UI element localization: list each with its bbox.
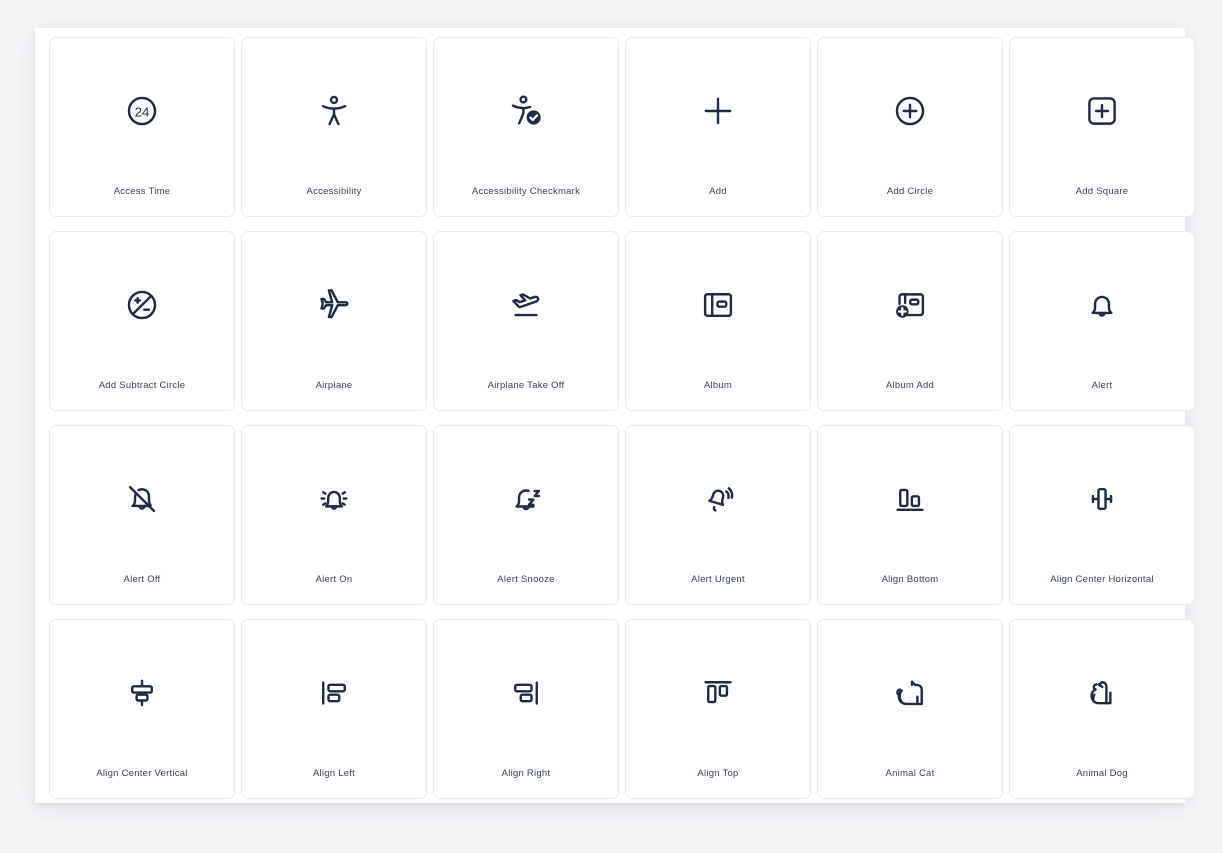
icon-label: Alert Off [123,574,161,585]
alert-off-icon[interactable] [50,426,234,571]
icon-card[interactable]: Airplane [241,231,427,411]
icon-label: Animal Dog [1076,768,1128,779]
align-right-icon[interactable] [434,620,618,765]
align-center-horizontal-icon[interactable] [1010,426,1194,571]
icon-card[interactable]: Alert [1009,231,1195,411]
icon-label: Alert On [315,574,353,585]
add-square-icon[interactable] [1010,38,1194,183]
icon-card[interactable]: Align Center Horizontal [1009,425,1195,605]
icon-cell: Airplane Take Off [433,231,625,425]
align-left-icon[interactable] [242,620,426,765]
icon-card[interactable]: Accessibility Checkmark [433,37,619,217]
icon-cell: Alert Off [49,425,241,619]
animal-dog-icon[interactable] [1010,620,1194,765]
icon-label: Alert Urgent [691,574,745,585]
icon-label: Alert [1091,380,1113,391]
icon-cell: Animal Cat [817,619,1009,813]
album-add-icon[interactable] [818,232,1002,377]
icon-label: Airplane [315,380,353,391]
icon-card[interactable]: Animal Dog [1009,619,1195,799]
icon-card[interactable]: Align Center Vertical [49,619,235,799]
alert-on-icon[interactable] [242,426,426,571]
icon-card[interactable]: Align Left [241,619,427,799]
icon-label: Add Circle [886,186,934,197]
icon-cell: Add [625,37,817,231]
icon-card[interactable]: Align Bottom [817,425,1003,605]
icon-card[interactable]: Animal Cat [817,619,1003,799]
icon-grid: 24 Access Time Accessibility Accessibility … [49,37,1199,813]
icon-label: Align Center Vertical [96,768,188,779]
icon-label: Add [709,186,727,197]
add-subtract-circle-icon[interactable] [50,232,234,377]
add-circle-icon[interactable] [818,38,1002,183]
alert-snooze-icon[interactable] [434,426,618,571]
icon-card[interactable]: Album [625,231,811,411]
icon-cell: Album Add [817,231,1009,425]
airplane-icon[interactable] [242,232,426,377]
icon-cell: Align Top [625,619,817,813]
icon-card[interactable]: Align Right [433,619,619,799]
album-icon[interactable] [626,232,810,377]
accessibility-icon[interactable] [242,38,426,183]
icon-card[interactable]: Add [625,37,811,217]
icon-label: Album Add [885,380,935,391]
icon-label: Accessibility [306,186,362,197]
icon-card[interactable]: Add Circle [817,37,1003,217]
icon-cell: Animal Dog [1009,619,1201,813]
icon-card[interactable]: Align Top [625,619,811,799]
icon-cell: 24 Access Time [49,37,241,231]
icon-cell: Accessibility Checkmark [433,37,625,231]
align-bottom-icon[interactable] [818,426,1002,571]
icon-card[interactable]: 24 Access Time [49,37,235,217]
icon-cell: Alert Urgent [625,425,817,619]
icon-label: Album [703,380,733,391]
alert-urgent-icon[interactable] [626,426,810,571]
icon-cell: Alert [1009,231,1201,425]
icon-cell: Add Square [1009,37,1201,231]
icon-label: Align Center Horizontal [1050,574,1154,585]
icon-cell: Accessibility [241,37,433,231]
align-top-icon[interactable] [626,620,810,765]
icon-label: Align Left [312,768,356,779]
icon-label: Access Time [113,186,171,197]
icon-cell: Align Center Vertical [49,619,241,813]
icon-label: Add Subtract Circle [98,380,186,391]
icon-cell: Align Left [241,619,433,813]
align-center-vertical-icon[interactable] [50,620,234,765]
icon-label: Alert Snooze [497,574,555,585]
icon-cell: Add Circle [817,37,1009,231]
icon-card[interactable]: Alert Snooze [433,425,619,605]
icon-card[interactable]: Alert Off [49,425,235,605]
svg-text:24: 24 [135,104,150,119]
icon-cell: Album [625,231,817,425]
icon-cell: Airplane [241,231,433,425]
airplane-take-off-icon[interactable] [434,232,618,377]
icon-card[interactable]: Add Square [1009,37,1195,217]
alert-icon[interactable] [1010,232,1194,377]
icon-label: Add Square [1075,186,1129,197]
icon-cell: Alert Snooze [433,425,625,619]
icon-cell: Align Bottom [817,425,1009,619]
icon-card[interactable]: Album Add [817,231,1003,411]
icon-cell: Alert On [241,425,433,619]
access-time-icon[interactable]: 24 [50,38,234,183]
icon-card[interactable]: Alert Urgent [625,425,811,605]
icon-label: Airplane Take Off [487,380,565,391]
icon-label: Align Right [501,768,551,779]
icon-card[interactable]: Alert On [241,425,427,605]
animal-cat-icon[interactable] [818,620,1002,765]
icon-label: Align Bottom [881,574,939,585]
icon-cell: Add Subtract Circle [49,231,241,425]
icon-label: Align Top [697,768,739,779]
add-icon[interactable] [626,38,810,183]
icon-label: Animal Cat [885,768,935,779]
icon-label: Accessibility Checkmark [471,186,581,197]
icon-card[interactable]: Airplane Take Off [433,231,619,411]
icon-cell: Align Right [433,619,625,813]
icon-gallery-page: 24 Access Time Accessibility Accessibility … [35,28,1195,803]
icon-cell: Align Center Horizontal [1009,425,1201,619]
icon-card[interactable]: Accessibility [241,37,427,217]
icon-card[interactable]: Add Subtract Circle [49,231,235,411]
accessibility-checkmark-icon[interactable] [434,38,618,183]
